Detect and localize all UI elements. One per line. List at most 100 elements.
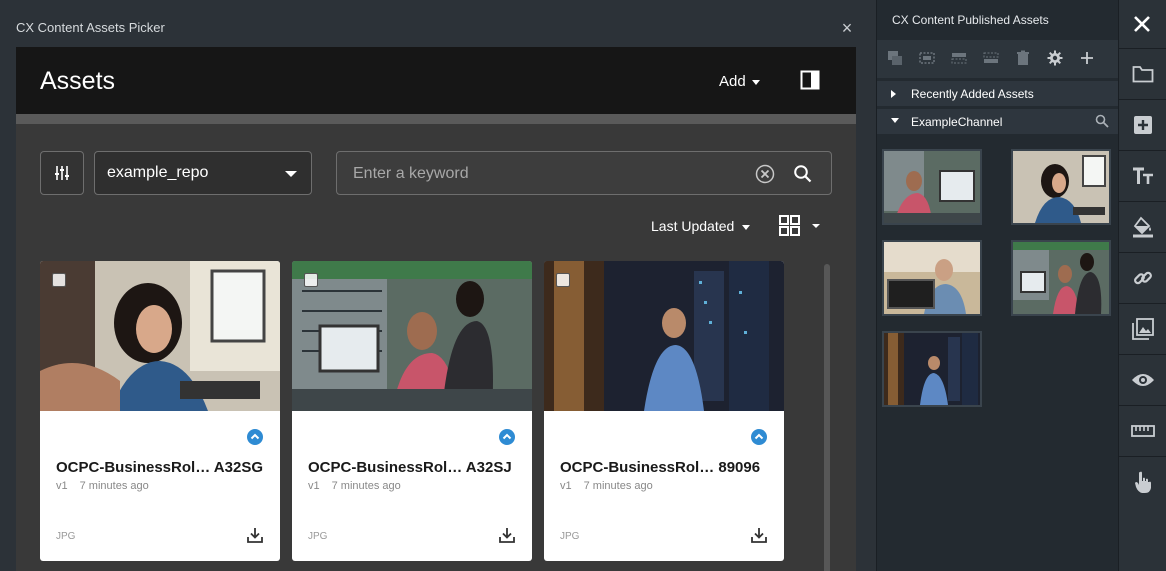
touch-icon [1135, 471, 1151, 493]
asset-card[interactable]: OCPC-BusinessRol… A32SG v1 7 minutes ago … [40, 261, 280, 561]
select-checkbox[interactable] [52, 273, 66, 287]
paint-bucket-icon [1133, 216, 1153, 237]
image-icon [1132, 317, 1154, 340]
assets-panel: Assets Add example_repo Enter a keyword … [16, 47, 856, 571]
asset-version: v1 [308, 480, 320, 492]
repository-select[interactable]: example_repo [94, 151, 312, 195]
chevron-up-icon [502, 433, 512, 440]
asset-name: OCPC-BusinessRol… 89096 [560, 459, 761, 476]
split-panel-icon [800, 70, 820, 90]
asset-file-type: JPG [560, 531, 580, 542]
asset-card[interactable]: OCPC-BusinessRol… 89096 v1 7 minutes ago … [544, 261, 784, 561]
ruler-icon [1131, 424, 1155, 437]
select-icon[interactable] [919, 50, 935, 66]
section-label: Recently Added Assets [911, 87, 1034, 101]
toggle-panel-button[interactable] [800, 70, 820, 90]
search-box [336, 151, 832, 195]
clear-search-icon[interactable] [755, 164, 775, 184]
filter-button[interactable] [40, 151, 84, 195]
asset-thumbnail [40, 261, 280, 411]
sort-label: Last Updated [651, 218, 735, 234]
view-mode-button[interactable] [779, 215, 823, 237]
chevron-down-icon [742, 224, 751, 230]
section-label: ExampleChannel [911, 115, 1003, 129]
asset-updated: 7 minutes ago [79, 480, 149, 492]
folder-button[interactable] [1119, 48, 1166, 98]
asset-version: v1 [560, 480, 572, 492]
copy-icon[interactable] [887, 50, 903, 66]
gear-icon[interactable] [1047, 50, 1063, 66]
grid-view-icon [779, 215, 820, 236]
asset-updated: 7 minutes ago [331, 480, 401, 492]
select-checkbox[interactable] [556, 273, 570, 287]
text-size-button[interactable] [1119, 150, 1166, 200]
asset-version: v1 [56, 480, 68, 492]
download-icon[interactable] [246, 526, 264, 544]
asset-updated: 7 minutes ago [583, 480, 653, 492]
chevron-down-icon [751, 79, 760, 85]
link-icon [1134, 271, 1152, 284]
published-assets-panel: CX Content Published Assets Recently Add… [876, 0, 1119, 571]
expand-details-button[interactable] [247, 429, 263, 445]
asset-file-type: JPG [56, 531, 76, 542]
touch-button[interactable] [1119, 456, 1166, 506]
asset-meta: v1 7 minutes ago [308, 480, 401, 492]
asset-meta: v1 7 minutes ago [56, 480, 149, 492]
search-input[interactable] [353, 164, 733, 184]
asset-file-type: JPG [308, 531, 328, 542]
sort-dropdown[interactable]: Last Updated [651, 218, 751, 234]
section-recently-added[interactable]: Recently Added Assets [877, 80, 1119, 106]
trash-icon[interactable] [1015, 50, 1031, 66]
image-button[interactable] [1119, 303, 1166, 353]
published-thumbnail[interactable] [1011, 149, 1111, 225]
sliders-icon [55, 166, 69, 180]
chevron-up-icon [250, 433, 260, 440]
dropdown-caret-icon [285, 171, 297, 177]
chevron-right-icon [891, 90, 896, 98]
asset-meta: v1 7 minutes ago [560, 480, 653, 492]
folder-icon [1132, 65, 1154, 82]
asset-thumbnail [544, 261, 784, 411]
close-icon[interactable] [1131, 13, 1153, 35]
add-button-label: Add [719, 73, 746, 90]
row-delete-icon[interactable] [983, 50, 999, 66]
section-example-channel[interactable]: ExampleChannel [877, 108, 1119, 134]
fill-color-button[interactable] [1119, 201, 1166, 251]
plus-icon[interactable] [1079, 50, 1095, 66]
preview-button[interactable] [1119, 354, 1166, 404]
eye-icon [1132, 373, 1154, 386]
published-thumbnail[interactable] [1011, 240, 1111, 316]
dialog-title: CX Content Assets Picker [16, 20, 165, 35]
header-divider [16, 114, 856, 124]
page-title: Assets [40, 67, 116, 95]
expand-details-button[interactable] [499, 429, 515, 445]
row-insert-icon[interactable] [951, 50, 967, 66]
download-icon[interactable] [498, 526, 516, 544]
published-thumbnail[interactable] [882, 331, 982, 407]
dialog-close-button[interactable]: × [838, 19, 856, 37]
search-icon[interactable] [793, 164, 813, 184]
add-button[interactable]: Add [719, 73, 760, 90]
add-box-button[interactable] [1119, 99, 1166, 149]
panel-toolbar [877, 40, 1119, 78]
published-thumbnail[interactable] [882, 149, 982, 225]
text-size-icon [1133, 167, 1153, 184]
chevron-down-icon [891, 118, 899, 123]
published-thumbnail[interactable] [882, 240, 982, 316]
link-button[interactable] [1119, 252, 1166, 302]
download-icon[interactable] [750, 526, 768, 544]
chevron-up-icon [754, 433, 764, 440]
search-icon[interactable] [1095, 114, 1109, 128]
asset-thumbnail [292, 261, 532, 411]
expand-details-button[interactable] [751, 429, 767, 445]
asset-name: OCPC-BusinessRol… A32SG [56, 459, 263, 476]
select-checkbox[interactable] [304, 273, 318, 287]
asset-card[interactable]: OCPC-BusinessRol… A32SJ v1 7 minutes ago … [292, 261, 532, 561]
assets-picker-dialog: CX Content Assets Picker × Assets Add ex… [0, 0, 876, 571]
app-root: CX Content Assets Picker × Assets Add ex… [0, 0, 1166, 571]
ruler-button[interactable] [1119, 405, 1166, 455]
assets-header: Assets Add [16, 47, 856, 114]
asset-name: OCPC-BusinessRol… A32SJ [308, 459, 512, 476]
add-box-icon [1134, 115, 1152, 134]
cards-scrollbar[interactable] [824, 264, 830, 571]
